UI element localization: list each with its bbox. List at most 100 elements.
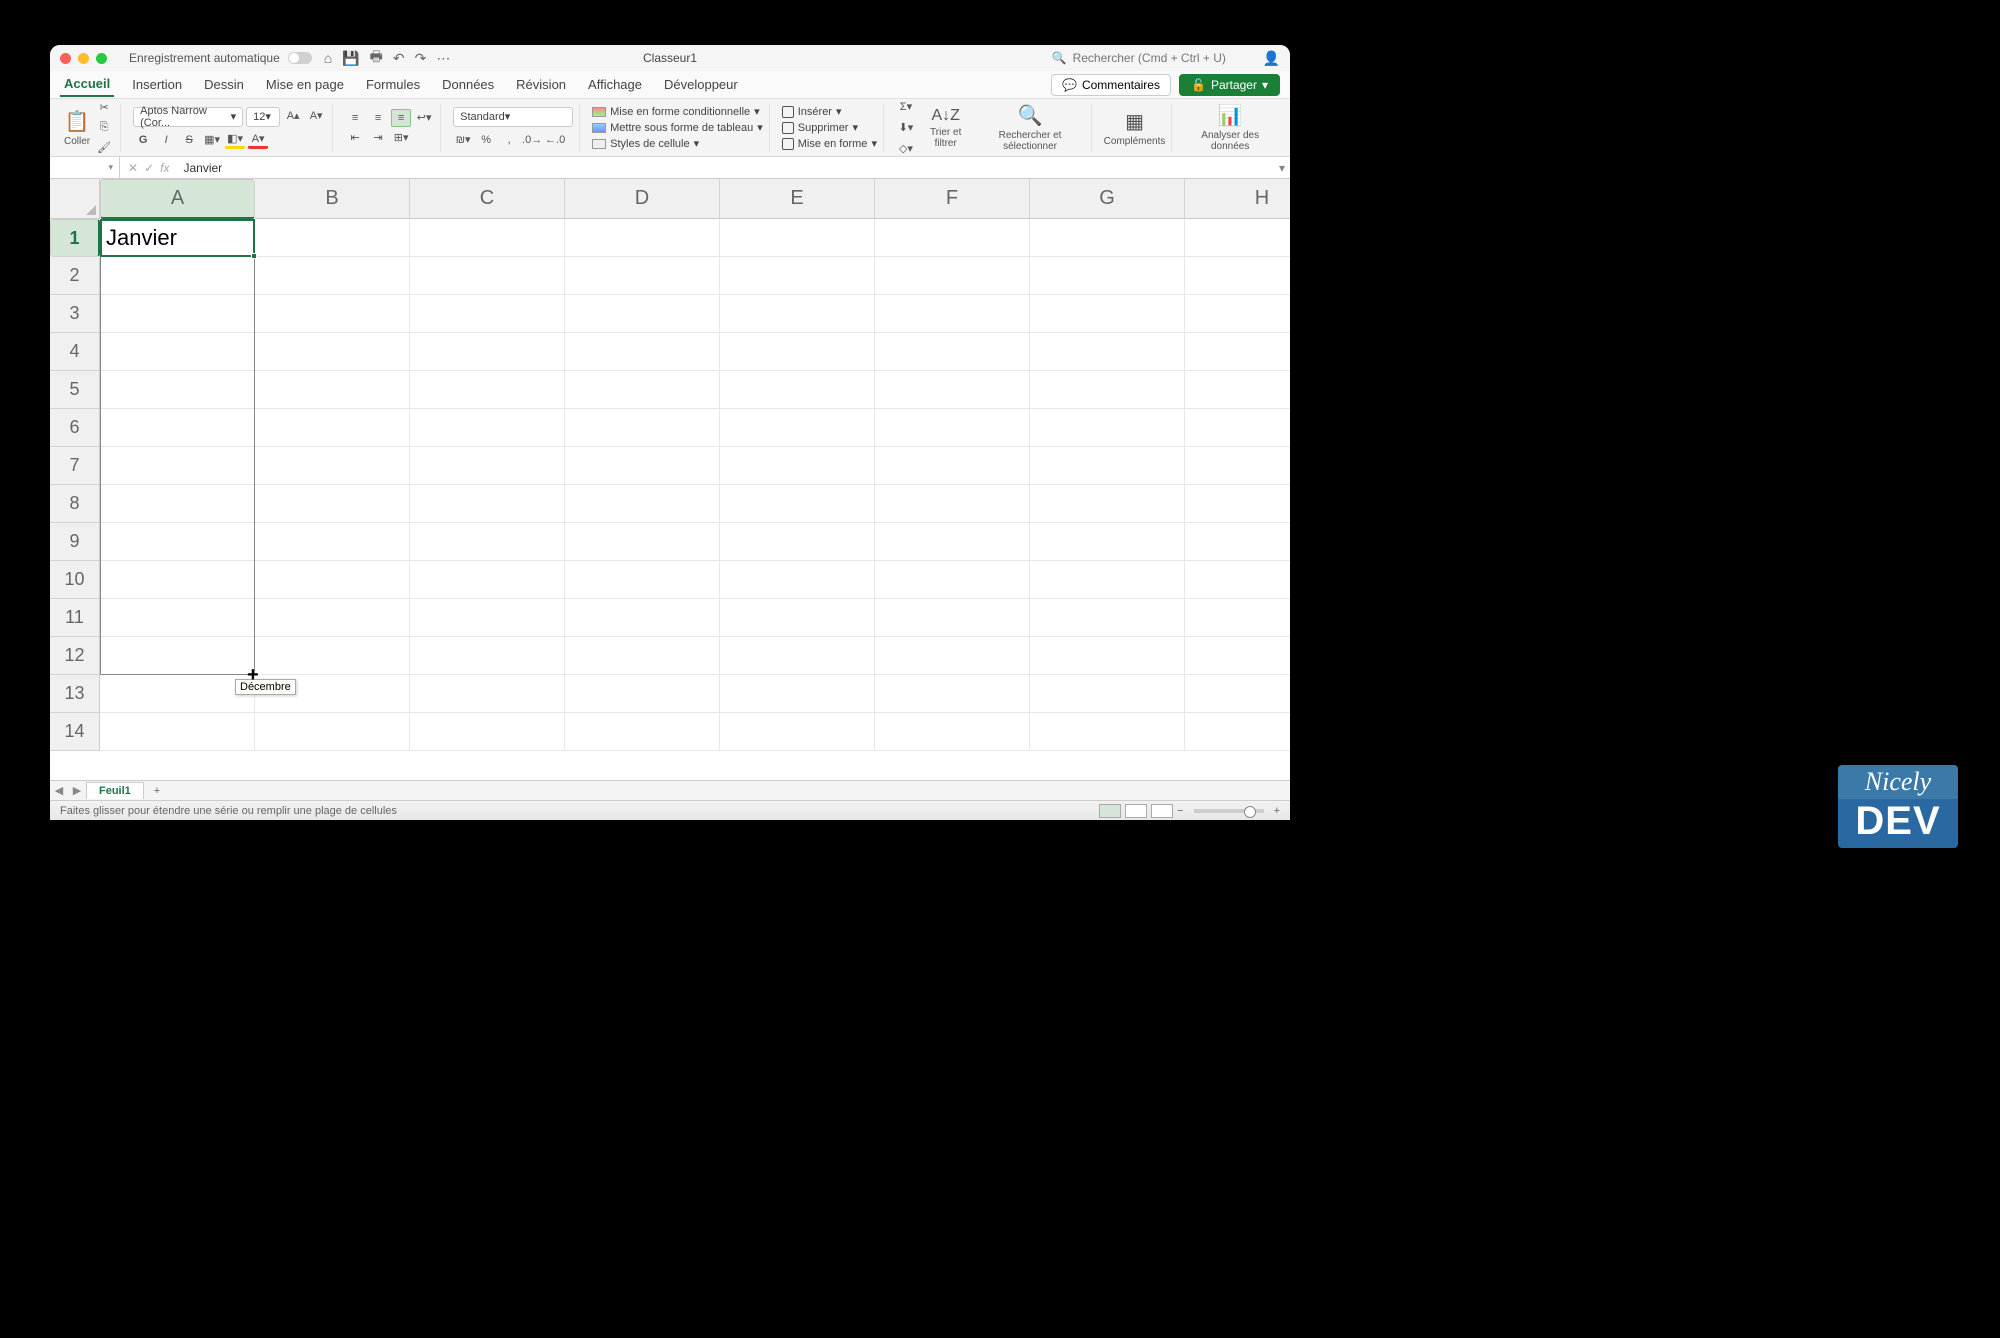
align-bot-icon[interactable]: ≡ bbox=[391, 109, 411, 127]
cell[interactable] bbox=[720, 523, 875, 561]
cell[interactable] bbox=[410, 257, 565, 295]
cell[interactable] bbox=[1030, 447, 1185, 485]
formula-input[interactable]: Janvier bbox=[177, 161, 1274, 175]
col-header[interactable]: B bbox=[255, 179, 410, 219]
cell[interactable] bbox=[565, 523, 720, 561]
cell-styles-button[interactable]: Styles de cellule ▾ bbox=[592, 137, 763, 150]
cell[interactable] bbox=[1185, 485, 1290, 523]
cell[interactable] bbox=[410, 409, 565, 447]
zoom-in-icon[interactable]: + bbox=[1274, 805, 1280, 817]
col-header[interactable]: G bbox=[1030, 179, 1185, 219]
close-icon[interactable] bbox=[60, 53, 71, 64]
row-header[interactable]: 3 bbox=[50, 295, 100, 333]
cell[interactable] bbox=[410, 599, 565, 637]
undo-icon[interactable]: ↶ bbox=[393, 50, 405, 67]
cell[interactable] bbox=[875, 675, 1030, 713]
comments-button[interactable]: 💬 Commentaires bbox=[1051, 74, 1171, 96]
cell[interactable] bbox=[1185, 447, 1290, 485]
cell[interactable] bbox=[255, 371, 410, 409]
sheet-tab-active[interactable]: Feuil1 bbox=[86, 782, 144, 799]
row-header[interactable]: 6 bbox=[50, 409, 100, 447]
border-icon[interactable]: ▦▾ bbox=[202, 131, 222, 149]
cell[interactable] bbox=[1185, 371, 1290, 409]
tab-formules[interactable]: Formules bbox=[362, 73, 424, 96]
sum-icon[interactable]: Σ▾ bbox=[896, 98, 916, 116]
cell[interactable] bbox=[1185, 637, 1290, 675]
tab-developpeur[interactable]: Développeur bbox=[660, 73, 742, 96]
cell[interactable] bbox=[1030, 295, 1185, 333]
cell[interactable] bbox=[255, 409, 410, 447]
grid[interactable]: ABCDEFGH 1234567891011121314 Janvier Déc… bbox=[50, 179, 1290, 780]
cell[interactable] bbox=[875, 257, 1030, 295]
cell[interactable] bbox=[875, 295, 1030, 333]
cell[interactable] bbox=[1030, 561, 1185, 599]
cell[interactable] bbox=[565, 295, 720, 333]
cell[interactable] bbox=[100, 713, 255, 751]
tab-insertion[interactable]: Insertion bbox=[128, 73, 186, 96]
share-button[interactable]: 🔓 Partager ▾ bbox=[1179, 74, 1280, 96]
cell[interactable] bbox=[255, 257, 410, 295]
sheet-next-icon[interactable]: ▶ bbox=[68, 784, 86, 797]
cell[interactable] bbox=[565, 447, 720, 485]
cell[interactable] bbox=[1030, 485, 1185, 523]
cell[interactable] bbox=[1185, 561, 1290, 599]
minimize-icon[interactable] bbox=[78, 53, 89, 64]
cell[interactable] bbox=[255, 295, 410, 333]
cell[interactable] bbox=[875, 371, 1030, 409]
cell[interactable] bbox=[565, 713, 720, 751]
redo-icon[interactable]: ↷ bbox=[415, 50, 427, 67]
delete-button[interactable]: Supprimer ▾ bbox=[782, 121, 877, 134]
cell[interactable] bbox=[565, 409, 720, 447]
cell[interactable] bbox=[720, 371, 875, 409]
comma-icon[interactable]: , bbox=[499, 131, 519, 149]
brush-icon[interactable]: 🖌 bbox=[94, 139, 114, 157]
cell[interactable] bbox=[1030, 219, 1185, 257]
row-header[interactable]: 11 bbox=[50, 599, 100, 637]
italic-button[interactable]: I bbox=[156, 131, 176, 149]
col-header[interactable]: D bbox=[565, 179, 720, 219]
bold-button[interactable]: G bbox=[133, 131, 153, 149]
cell[interactable] bbox=[410, 713, 565, 751]
table-format-button[interactable]: Mettre sous forme de tableau ▾ bbox=[592, 121, 763, 134]
cell[interactable] bbox=[565, 599, 720, 637]
cell[interactable] bbox=[720, 333, 875, 371]
addins-button[interactable]: ▦ Compléments bbox=[1104, 109, 1166, 147]
percent-icon[interactable]: % bbox=[476, 131, 496, 149]
tab-affichage[interactable]: Affichage bbox=[584, 73, 646, 96]
name-box[interactable]: ▾ bbox=[50, 157, 120, 178]
cell[interactable] bbox=[1185, 295, 1290, 333]
print-icon[interactable]: 🖶 bbox=[370, 46, 383, 70]
cell[interactable] bbox=[1030, 637, 1185, 675]
cell[interactable] bbox=[565, 371, 720, 409]
cell[interactable] bbox=[255, 599, 410, 637]
cell[interactable] bbox=[1185, 219, 1290, 257]
cell[interactable] bbox=[255, 447, 410, 485]
tab-accueil[interactable]: Accueil bbox=[60, 72, 114, 97]
cell[interactable] bbox=[410, 333, 565, 371]
search-input[interactable] bbox=[1073, 51, 1253, 65]
fx-icon[interactable]: fx bbox=[160, 161, 169, 175]
account-icon[interactable]: 👤 bbox=[1263, 50, 1280, 67]
outdent-icon[interactable]: ⇤ bbox=[345, 129, 365, 147]
autosave-toggle[interactable] bbox=[288, 52, 312, 64]
expand-icon[interactable]: ▾ bbox=[1274, 161, 1290, 175]
view-break-icon[interactable] bbox=[1151, 804, 1173, 818]
cell[interactable] bbox=[565, 257, 720, 295]
view-normal-icon[interactable] bbox=[1099, 804, 1121, 818]
cell[interactable] bbox=[1030, 599, 1185, 637]
cell[interactable] bbox=[875, 523, 1030, 561]
zoom-out-icon[interactable]: − bbox=[1177, 805, 1183, 817]
cell[interactable] bbox=[410, 295, 565, 333]
cell[interactable] bbox=[720, 713, 875, 751]
search-box[interactable]: 🔍 bbox=[1052, 51, 1253, 65]
cell[interactable] bbox=[255, 333, 410, 371]
row-header[interactable]: 8 bbox=[50, 485, 100, 523]
dec-dec-icon[interactable]: ←.0 bbox=[545, 131, 565, 149]
view-page-icon[interactable] bbox=[1125, 804, 1147, 818]
cell[interactable] bbox=[410, 637, 565, 675]
indent-icon[interactable]: ⇥ bbox=[368, 129, 388, 147]
cell[interactable] bbox=[875, 599, 1030, 637]
cell[interactable] bbox=[565, 561, 720, 599]
cell[interactable] bbox=[565, 637, 720, 675]
tab-dessin[interactable]: Dessin bbox=[200, 73, 248, 96]
